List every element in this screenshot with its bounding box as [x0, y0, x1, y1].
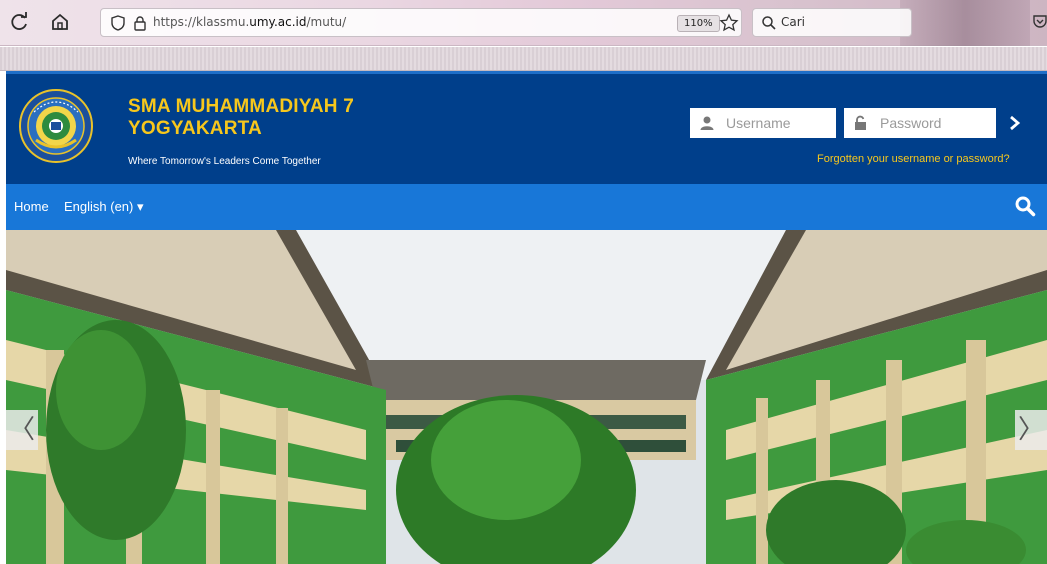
url-text: https://klassmu.umy.ac.id/mutu/ [153, 15, 347, 29]
carousel-prev-button[interactable]: 〈 [6, 410, 38, 450]
reload-icon [11, 12, 27, 30]
shield-icon [111, 15, 125, 31]
main-nav: Home English (en) ▾ [6, 184, 1047, 230]
hero-carousel: 〈 〉 [6, 230, 1047, 564]
browser-search-input[interactable]: Cari [752, 8, 912, 37]
nav-home-link[interactable]: Home [14, 199, 49, 214]
search-placeholder: Cari [781, 15, 805, 29]
browser-theme-background [900, 0, 1030, 46]
address-bar[interactable]: https://klassmu.umy.ac.id/mutu/ 110% [100, 8, 742, 37]
chevron-right-icon [1010, 115, 1021, 131]
site-title[interactable]: SMA MUHAMMADIYAH 7 YOGYAKARTA [128, 96, 428, 140]
reload-button[interactable] [6, 8, 34, 36]
lock-icon [134, 16, 146, 31]
user-icon [700, 116, 714, 130]
pocket-icon[interactable] [1032, 13, 1047, 29]
password-input[interactable]: Password [844, 108, 996, 138]
home-icon [52, 13, 68, 30]
forgot-password-link[interactable]: Forgotten your username or password? [817, 153, 1010, 165]
browser-toolbar: https://klassmu.umy.ac.id/mutu/ 110% Car… [0, 0, 1047, 46]
home-button[interactable] [46, 8, 74, 36]
site-tagline: Where Tomorrow's Leaders Come Together [128, 156, 321, 167]
login-submit-button[interactable] [1000, 108, 1030, 138]
username-input[interactable]: Username [690, 108, 836, 138]
site-header: SMA MUHAMMADIYAH 7 YOGYAKARTA Where Tomo… [6, 71, 1047, 184]
search-icon[interactable] [1014, 195, 1036, 217]
school-logo[interactable] [18, 88, 94, 164]
unlock-icon [855, 115, 866, 130]
bookmark-star-icon[interactable] [719, 13, 739, 33]
bookmarks-toolbar [0, 47, 1047, 71]
username-placeholder: Username [726, 115, 791, 131]
carousel-next-button[interactable]: 〉 [1015, 410, 1047, 450]
zoom-level-badge[interactable]: 110% [677, 15, 720, 32]
password-placeholder: Password [880, 115, 942, 131]
language-dropdown[interactable]: English (en) ▾ [64, 199, 144, 215]
search-icon [762, 16, 776, 30]
hero-school-photo [6, 230, 1047, 564]
